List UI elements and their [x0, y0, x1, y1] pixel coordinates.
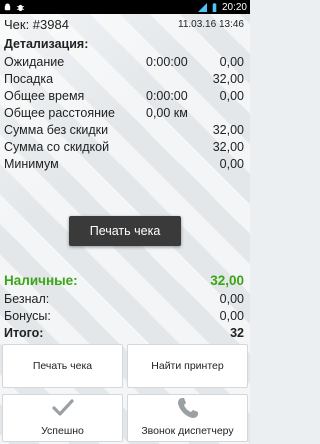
detail-label: Общее время	[4, 88, 85, 103]
success-label: Успешно	[41, 425, 84, 437]
toast-text: Печать чека	[89, 224, 161, 238]
detail-label: Сумма без скидки	[4, 122, 109, 137]
detail-label: Ожидание	[4, 54, 65, 69]
phone-icon	[177, 398, 198, 418]
cash-label: Наличные:	[4, 272, 78, 288]
print-toast: Печать чека	[69, 216, 181, 246]
signal-icon	[197, 2, 207, 12]
total-row: Итого: 32	[4, 324, 244, 341]
call-dispatcher-button[interactable]: Звонок диспетчеру	[127, 394, 248, 442]
check-date: 11.03.16 13:46	[178, 19, 244, 30]
total-value: 32	[230, 325, 244, 340]
print-receipt-label: Печать чека	[32, 360, 93, 372]
detail-mid: 0:00:00	[146, 54, 188, 69]
card-value: 0,00	[219, 291, 244, 306]
detail-row: Минимум 0,00	[4, 155, 244, 172]
detail-row: Общее расстояние 0,00 км	[4, 104, 244, 121]
print-receipt-button[interactable]: Печать чека	[2, 344, 123, 388]
detail-row: Ожидание 0:00:00 0,00	[4, 53, 244, 70]
find-printer-label: Найти принтер	[151, 360, 224, 372]
find-printer-button[interactable]: Найти принтер	[127, 344, 248, 388]
detail-label: Сумма со скидкой	[4, 139, 110, 154]
bonus-row: Бонусы: 0,00	[4, 307, 244, 324]
bug-icon	[16, 4, 25, 11]
bonus-label: Бонусы:	[4, 308, 51, 323]
battery-icon	[212, 2, 217, 12]
detail-label: Общее расстояние	[4, 105, 115, 120]
detail-value: 0,00	[219, 88, 244, 103]
cash-value: 32,00	[210, 272, 244, 288]
detail-label: Минимум	[4, 156, 59, 171]
total-label: Итого:	[4, 325, 44, 340]
status-time: 20:20	[221, 1, 247, 13]
details-title-row: Детализация:	[4, 35, 244, 52]
card-label: Безнал:	[4, 291, 50, 306]
detail-value: 32,00	[212, 122, 244, 137]
detail-row: Посадка 32,00	[4, 70, 244, 87]
check-number: Чек: #3984	[4, 17, 69, 32]
detail-row: Общее время 0:00:00 0,00	[4, 87, 244, 104]
detail-value: 0,00	[219, 54, 244, 69]
detail-row: Сумма без скидки 32,00	[4, 121, 244, 138]
call-dispatcher-label: Звонок диспетчеру	[141, 425, 234, 437]
check-icon	[51, 399, 74, 416]
detail-mid: 0,00 км	[146, 105, 188, 120]
detail-mid: 0:00:00	[146, 88, 188, 103]
success-button[interactable]: Успешно	[2, 394, 123, 442]
cash-row: Наличные: 32,00	[4, 270, 244, 290]
android-icon	[4, 2, 11, 10]
detail-row: Сумма со скидкой 32,00	[4, 138, 244, 155]
status-bar: 20:20	[0, 0, 250, 14]
card-row: Безнал: 0,00	[4, 290, 244, 307]
detail-label: Посадка	[4, 71, 54, 86]
check-header: Чек: #3984 11.03.16 13:46	[4, 16, 244, 33]
details-title: Детализация:	[4, 36, 89, 51]
bonus-value: 0,00	[219, 308, 244, 323]
detail-value: 32,00	[212, 71, 244, 86]
detail-value: 0,00	[219, 156, 244, 171]
detail-value: 32,00	[212, 139, 244, 154]
